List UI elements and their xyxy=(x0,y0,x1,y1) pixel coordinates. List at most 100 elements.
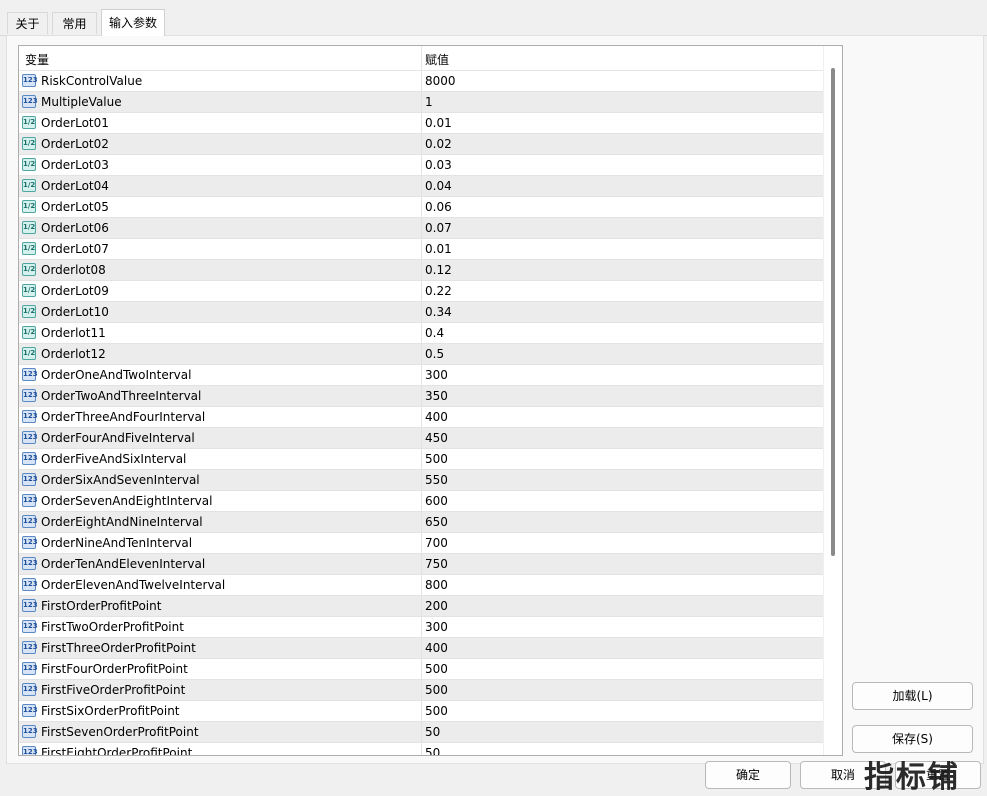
int-type-icon: 123 xyxy=(22,536,38,549)
parameter-value[interactable]: 0.5 xyxy=(425,347,444,361)
parameter-value[interactable]: 800 xyxy=(425,578,448,592)
parameter-value[interactable]: 400 xyxy=(425,410,448,424)
double-type-icon: 1/2 xyxy=(22,263,36,276)
table-row[interactable]: 123 OrderThreeAndFourInterval 400 xyxy=(19,407,824,428)
table-row[interactable]: 123 OrderSevenAndEightInterval 600 xyxy=(19,491,824,512)
parameter-value[interactable]: 1 xyxy=(425,95,433,109)
cell-divider xyxy=(421,722,422,743)
int-type-icon: 123 xyxy=(22,368,38,381)
table-row[interactable]: 123 OrderFourAndFiveInterval 450 xyxy=(19,428,824,449)
int-type-icon: 123 xyxy=(22,389,38,402)
parameter-value[interactable]: 550 xyxy=(425,473,448,487)
parameter-value[interactable]: 0.02 xyxy=(425,137,452,151)
parameter-value[interactable]: 0.01 xyxy=(425,242,452,256)
double-type-icon: 1/2 xyxy=(22,179,36,192)
table-row[interactable]: 123 FirstFiveOrderProfitPoint 500 xyxy=(19,680,824,701)
parameter-value[interactable]: 450 xyxy=(425,431,448,445)
parameter-value[interactable]: 0.06 xyxy=(425,200,452,214)
table-row[interactable]: 1/2 OrderLot02 0.02 xyxy=(19,134,824,155)
vertical-scrollbar[interactable] xyxy=(823,46,842,755)
cell-divider xyxy=(421,155,422,176)
cell-divider xyxy=(421,617,422,638)
parameter-value[interactable]: 350 xyxy=(425,389,448,403)
tab-input-parameters[interactable]: 输入参数 xyxy=(101,9,165,36)
cell-divider xyxy=(421,197,422,218)
double-type-icon: 1/2 xyxy=(22,242,36,255)
parameter-value[interactable]: 0.04 xyxy=(425,179,452,193)
table-row[interactable]: 1/2 Orderlot12 0.5 xyxy=(19,344,824,365)
parameter-value[interactable]: 500 xyxy=(425,662,448,676)
parameter-value[interactable]: 0.22 xyxy=(425,284,452,298)
table-row[interactable]: 1/2 OrderLot05 0.06 xyxy=(19,197,824,218)
parameter-value[interactable]: 300 xyxy=(425,620,448,634)
parameter-value[interactable]: 8000 xyxy=(425,74,456,88)
table-row[interactable]: 123 OrderTenAndElevenInterval 750 xyxy=(19,554,824,575)
cell-divider xyxy=(421,701,422,722)
tab-about[interactable]: 关于 xyxy=(7,12,48,34)
parameter-value[interactable]: 300 xyxy=(425,368,448,382)
parameter-value[interactable]: 600 xyxy=(425,494,448,508)
parameter-name: FirstTwoOrderProfitPoint xyxy=(41,620,184,634)
ok-button[interactable]: 确定 xyxy=(705,761,791,789)
table-row[interactable]: 123 MultipleValue 1 xyxy=(19,92,824,113)
parameter-value[interactable]: 0.01 xyxy=(425,116,452,130)
table-row[interactable]: 123 FirstSixOrderProfitPoint 500 xyxy=(19,701,824,722)
parameter-value[interactable]: 650 xyxy=(425,515,448,529)
table-row[interactable]: 1/2 OrderLot09 0.22 xyxy=(19,281,824,302)
parameter-name: OrderLot05 xyxy=(41,200,109,214)
scrollbar-thumb[interactable] xyxy=(831,68,835,556)
table-row[interactable]: 123 OrderFiveAndSixInterval 500 xyxy=(19,449,824,470)
table-row[interactable]: 1/2 OrderLot06 0.07 xyxy=(19,218,824,239)
table-row[interactable]: 123 OrderTwoAndThreeInterval 350 xyxy=(19,386,824,407)
int-type-icon: 123 xyxy=(22,74,38,87)
table-row[interactable]: 1/2 Orderlot08 0.12 xyxy=(19,260,824,281)
table-row[interactable]: 123 OrderSixAndSevenInterval 550 xyxy=(19,470,824,491)
table-row[interactable]: 123 OrderOneAndTwoInterval 300 xyxy=(19,365,824,386)
table-row[interactable]: 123 OrderNineAndTenInterval 700 xyxy=(19,533,824,554)
table-row[interactable]: 123 FirstTwoOrderProfitPoint 300 xyxy=(19,617,824,638)
parameter-value[interactable]: 700 xyxy=(425,536,448,550)
table-row[interactable]: 123 FirstOrderProfitPoint 200 xyxy=(19,596,824,617)
cell-divider xyxy=(421,386,422,407)
parameter-value[interactable]: 500 xyxy=(425,452,448,466)
table-row[interactable]: 123 FirstThreeOrderProfitPoint 400 xyxy=(19,638,824,659)
table-row[interactable]: 1/2 Orderlot11 0.4 xyxy=(19,323,824,344)
table-row[interactable]: 1/2 OrderLot03 0.03 xyxy=(19,155,824,176)
int-type-icon: 123 xyxy=(22,599,38,612)
load-button[interactable]: 加载(L) xyxy=(852,682,973,710)
parameter-value[interactable]: 500 xyxy=(425,683,448,697)
parameter-value[interactable]: 0.03 xyxy=(425,158,452,172)
parameter-value[interactable]: 200 xyxy=(425,599,448,613)
table-row[interactable]: 1/2 OrderLot07 0.01 xyxy=(19,239,824,260)
column-divider[interactable] xyxy=(421,46,422,70)
parameter-name: OrderLot06 xyxy=(41,221,109,235)
table-row[interactable]: 123 OrderEightAndNineInterval 650 xyxy=(19,512,824,533)
table-row[interactable]: 123 FirstEightOrderProfitPoint 50 xyxy=(19,743,824,755)
parameter-value[interactable]: 400 xyxy=(425,641,448,655)
parameter-name: MultipleValue xyxy=(41,95,122,109)
column-header-variable[interactable]: 变量 xyxy=(25,51,49,68)
parameter-name: OrderLot02 xyxy=(41,137,109,151)
parameter-value[interactable]: 0.12 xyxy=(425,263,452,277)
parameter-value[interactable]: 500 xyxy=(425,704,448,718)
parameter-value[interactable]: 50 xyxy=(425,746,440,755)
parameter-name: FirstFiveOrderProfitPoint xyxy=(41,683,186,697)
table-row[interactable]: 1/2 OrderLot10 0.34 xyxy=(19,302,824,323)
save-button[interactable]: 保存(S) xyxy=(852,725,973,753)
parameter-name: OrderSixAndSevenInterval xyxy=(41,473,200,487)
cell-divider xyxy=(421,260,422,281)
parameter-value[interactable]: 0.07 xyxy=(425,221,452,235)
parameter-value[interactable]: 50 xyxy=(425,725,440,739)
tab-common[interactable]: 常用 xyxy=(52,12,97,34)
parameter-name: Orderlot11 xyxy=(41,326,106,340)
table-row[interactable]: 123 RiskControlValue 8000 xyxy=(19,71,824,92)
table-row[interactable]: 123 OrderElevenAndTwelveInterval 800 xyxy=(19,575,824,596)
parameter-value[interactable]: 750 xyxy=(425,557,448,571)
table-row[interactable]: 123 FirstFourOrderProfitPoint 500 xyxy=(19,659,824,680)
table-row[interactable]: 1/2 OrderLot01 0.01 xyxy=(19,113,824,134)
table-row[interactable]: 123 FirstSevenOrderProfitPoint 50 xyxy=(19,722,824,743)
column-header-value[interactable]: 赋值 xyxy=(425,51,449,68)
table-row[interactable]: 1/2 OrderLot04 0.04 xyxy=(19,176,824,197)
parameter-value[interactable]: 0.34 xyxy=(425,305,452,319)
parameter-value[interactable]: 0.4 xyxy=(425,326,444,340)
